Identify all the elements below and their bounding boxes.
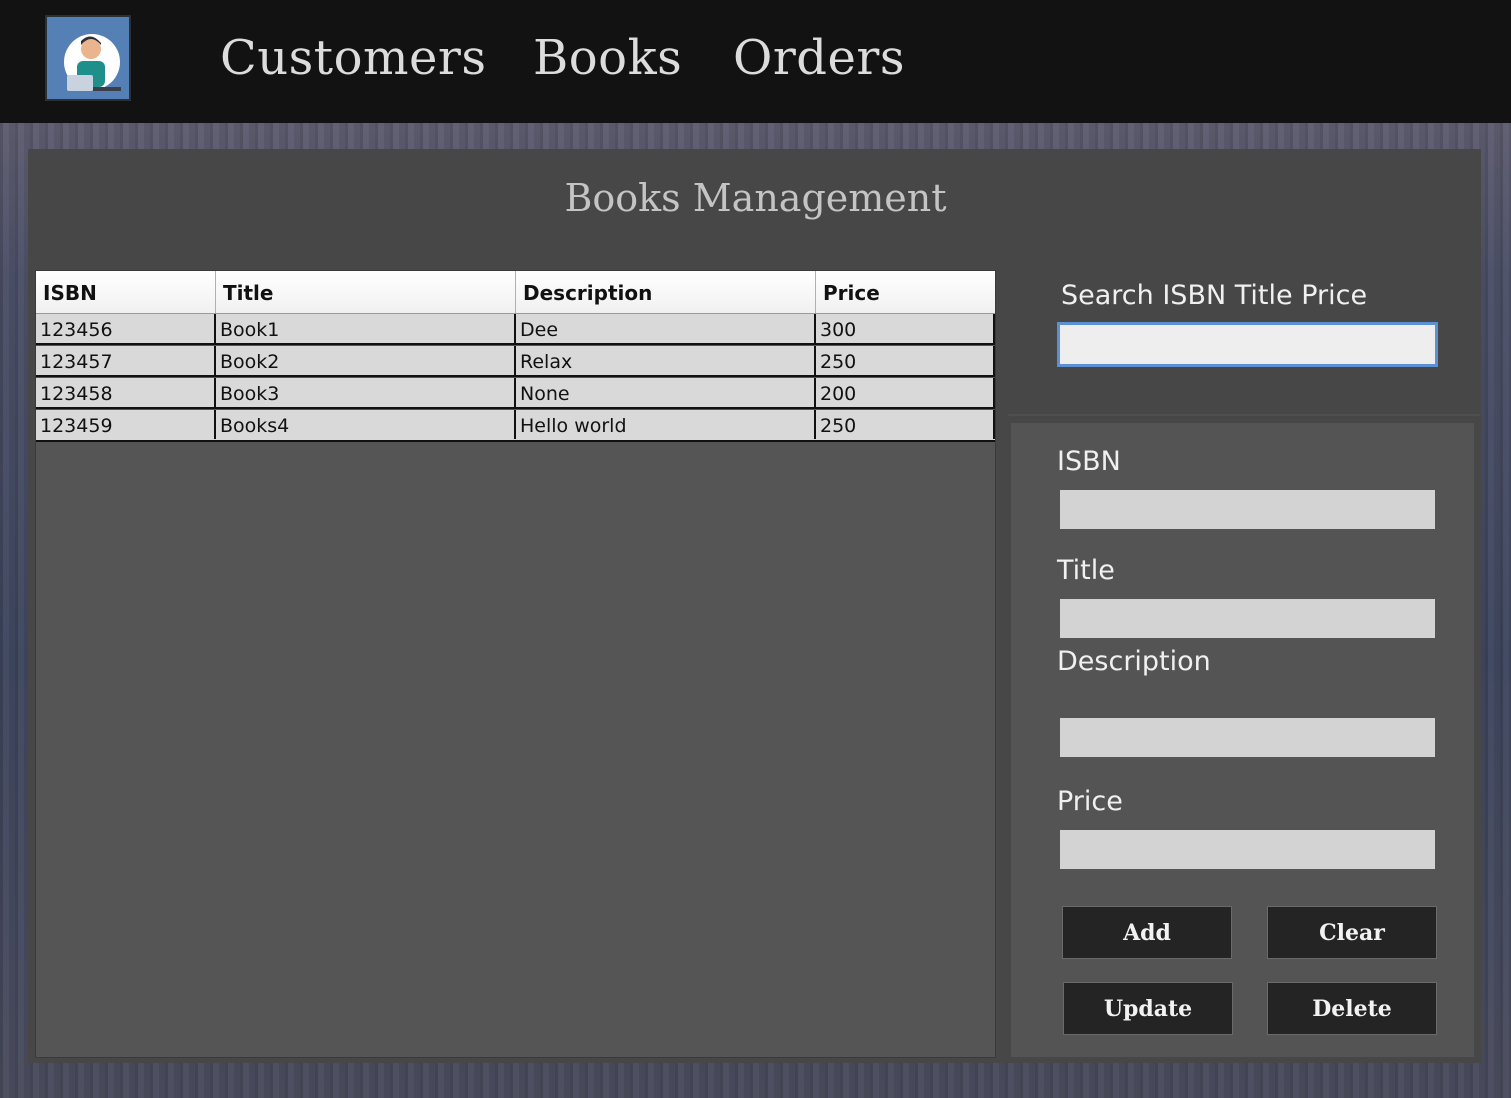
books-data-grid[interactable]: ISBN Title Description Price 123456 Book… <box>35 270 996 1058</box>
search-label: Search ISBN Title Price <box>1061 280 1368 311</box>
isbn-field[interactable] <box>1060 490 1435 529</box>
column-header-isbn[interactable]: ISBN <box>36 271 216 313</box>
table-row[interactable]: 123457 Book2 Relax 250 <box>36 346 995 377</box>
table-row[interactable]: 123456 Book1 Dee 300 <box>36 314 995 345</box>
clear-button[interactable]: Clear <box>1267 906 1437 959</box>
cell-title: Book3 <box>216 378 516 407</box>
column-header-price[interactable]: Price <box>816 271 995 313</box>
nav-books-link[interactable]: Books <box>533 28 682 88</box>
cell-description: Hello world <box>516 410 816 439</box>
add-button[interactable]: Add <box>1062 906 1232 959</box>
nav-customers-link[interactable]: Customers <box>220 28 486 88</box>
delete-button[interactable]: Delete <box>1267 982 1437 1035</box>
cell-isbn: 123458 <box>36 378 216 407</box>
table-row[interactable]: 123459 Books4 Hello world 250 <box>36 410 995 442</box>
title-label: Title <box>1057 555 1115 586</box>
table-row[interactable]: 123458 Book3 None 200 <box>36 378 995 409</box>
price-field[interactable] <box>1060 830 1435 869</box>
cell-title: Book2 <box>216 346 516 375</box>
price-label: Price <box>1057 786 1123 817</box>
cell-description: Dee <box>516 314 816 343</box>
isbn-label: ISBN <box>1057 446 1121 477</box>
cell-isbn: 123457 <box>36 346 216 375</box>
cell-description: Relax <box>516 346 816 375</box>
form-divider <box>1008 414 1480 416</box>
top-nav-bar: Customers Books Orders <box>0 0 1511 123</box>
grid-header: ISBN Title Description Price <box>36 271 995 314</box>
page-title: Books Management <box>564 176 947 220</box>
update-button[interactable]: Update <box>1063 982 1233 1035</box>
column-header-title[interactable]: Title <box>216 271 516 313</box>
cell-description: None <box>516 378 816 407</box>
title-field[interactable] <box>1060 599 1435 638</box>
cell-price: 300 <box>816 314 995 343</box>
cell-title: Book1 <box>216 314 516 343</box>
description-field[interactable] <box>1060 718 1435 757</box>
cell-isbn: 123459 <box>36 410 216 439</box>
app-logo-icon[interactable] <box>45 15 131 101</box>
nav-orders-link[interactable]: Orders <box>733 28 905 88</box>
cell-price: 200 <box>816 378 995 407</box>
description-label: Description <box>1057 646 1211 677</box>
search-input[interactable] <box>1057 322 1438 367</box>
cell-price: 250 <box>816 410 995 439</box>
cell-title: Books4 <box>216 410 516 439</box>
column-header-description[interactable]: Description <box>516 271 816 313</box>
cell-price: 250 <box>816 346 995 375</box>
cell-isbn: 123456 <box>36 314 216 343</box>
